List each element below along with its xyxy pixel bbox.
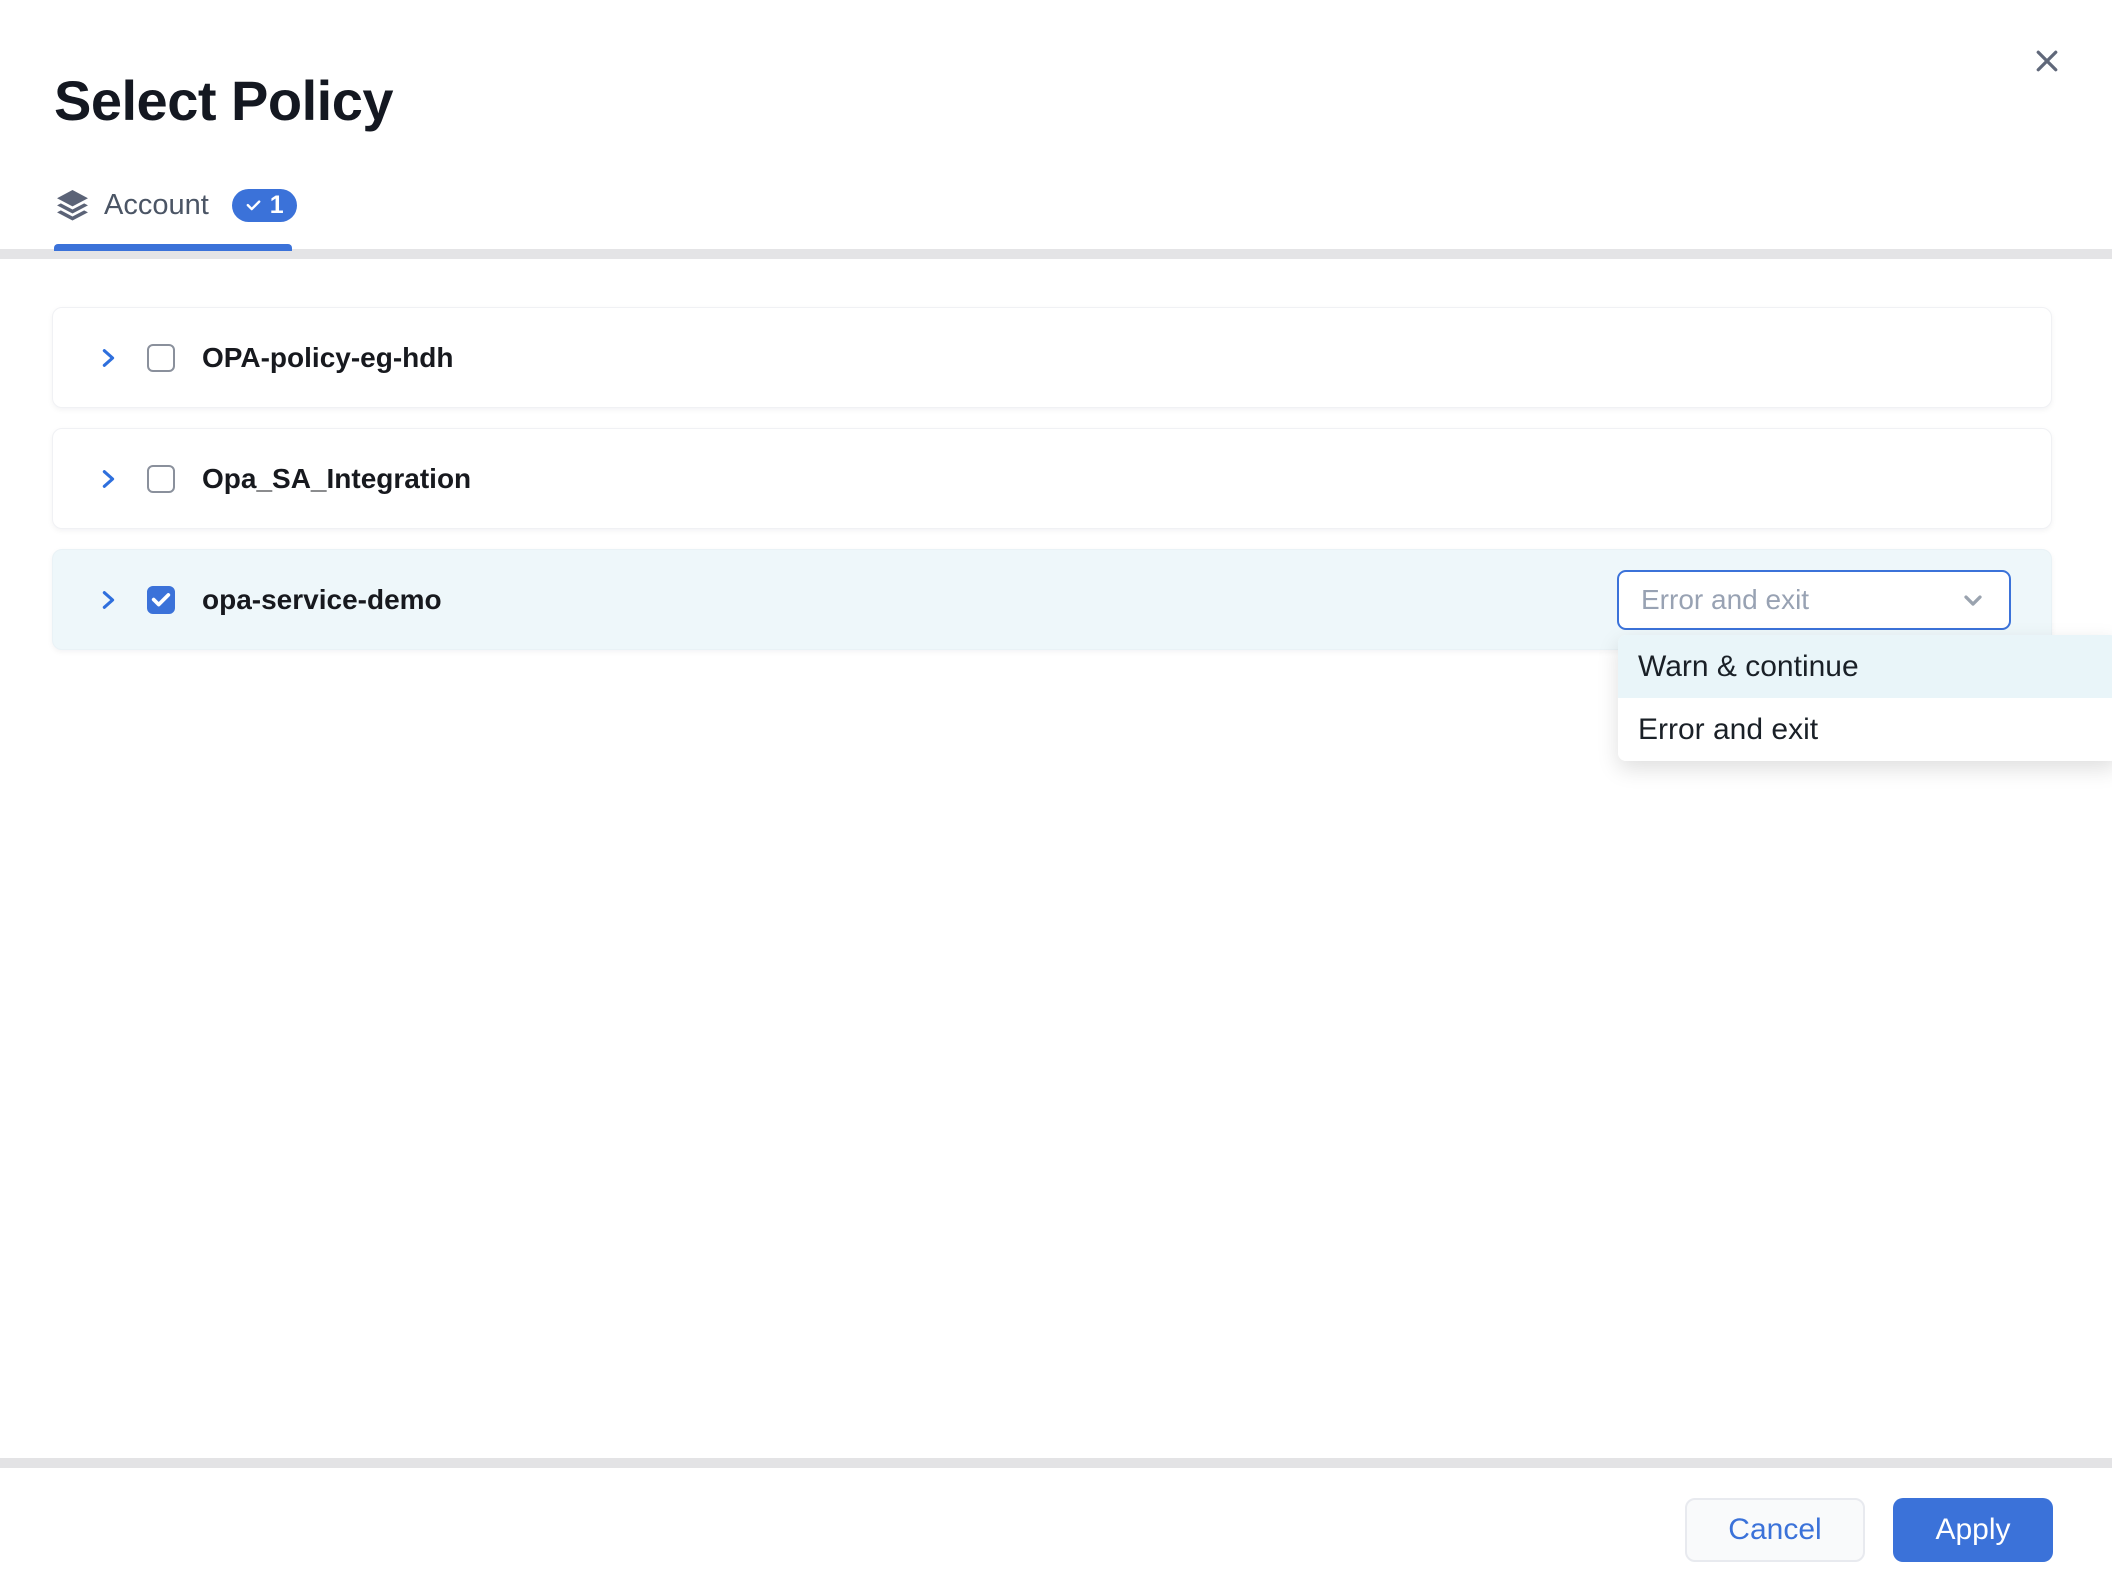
- footer-actions: Cancel Apply: [1685, 1498, 2053, 1562]
- policy-checkbox[interactable]: [147, 344, 175, 372]
- check-icon: [245, 197, 262, 214]
- tab-account-label: Account: [104, 189, 209, 222]
- on-failure-dropdown-menu: Warn & continue Error and exit: [1618, 635, 2112, 761]
- active-tab-indicator: [54, 244, 292, 251]
- close-button[interactable]: [2030, 44, 2064, 78]
- on-failure-select[interactable]: Error and exit: [1617, 570, 2011, 630]
- select-value: Error and exit: [1641, 584, 1809, 616]
- policy-list: OPA-policy-eg-hdh Opa_SA_Integration: [52, 307, 2052, 650]
- footer-divider: [0, 1458, 2112, 1468]
- page-title: Select Policy: [54, 68, 393, 133]
- selected-count: 1: [270, 191, 284, 220]
- policy-row-opa-policy-eg-hdh: OPA-policy-eg-hdh: [52, 307, 2052, 408]
- dropdown-option-error-exit[interactable]: Error and exit: [1618, 698, 2112, 761]
- expand-row-button[interactable]: [95, 342, 121, 374]
- tab-bar: Account 1: [54, 188, 297, 223]
- close-icon: [2032, 46, 2062, 76]
- expand-row-button[interactable]: [95, 463, 121, 495]
- chevron-down-icon: [1959, 586, 1987, 614]
- chevron-right-icon: [97, 464, 119, 494]
- chevron-right-icon: [97, 343, 119, 373]
- check-icon: [150, 589, 172, 611]
- expand-row-button[interactable]: [95, 584, 121, 616]
- policy-name: Opa_SA_Integration: [202, 463, 471, 495]
- policy-checkbox[interactable]: [147, 465, 175, 493]
- policy-checkbox[interactable]: [147, 586, 175, 614]
- apply-button[interactable]: Apply: [1893, 1498, 2053, 1562]
- tab-account[interactable]: Account 1: [54, 188, 297, 223]
- dropdown-option-warn-continue[interactable]: Warn & continue: [1618, 635, 2112, 698]
- policy-name: OPA-policy-eg-hdh: [202, 342, 453, 374]
- policy-row-opa-sa-integration: Opa_SA_Integration: [52, 428, 2052, 529]
- selected-count-badge: 1: [232, 189, 297, 222]
- cancel-button[interactable]: Cancel: [1685, 1498, 1865, 1562]
- layers-icon: [54, 188, 91, 223]
- policy-name: opa-service-demo: [202, 584, 442, 616]
- header-divider: [0, 249, 2112, 259]
- chevron-right-icon: [97, 585, 119, 615]
